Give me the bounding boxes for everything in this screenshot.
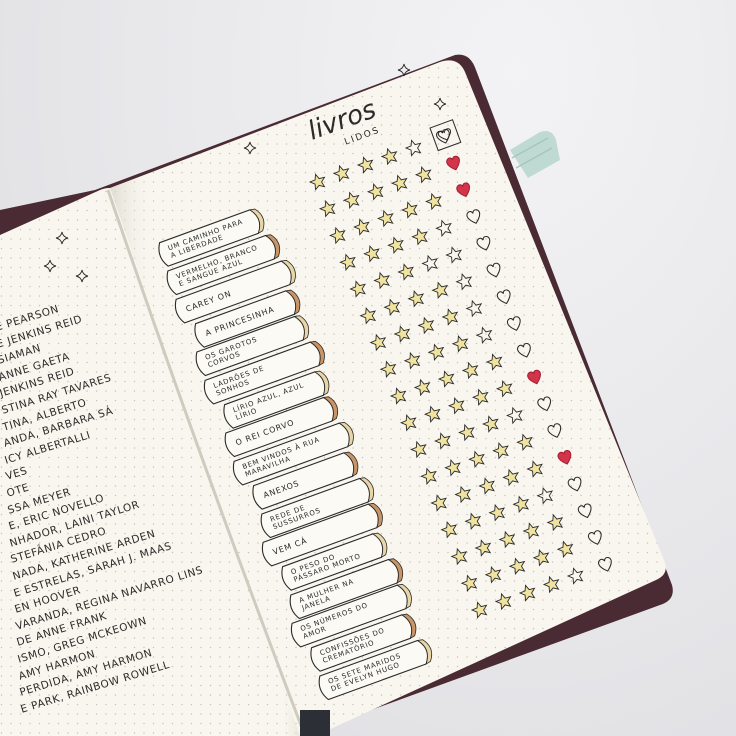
elastic-band — [300, 710, 330, 736]
bullet-journal-photo: UM CAMINHO PARAA LIBERDADE VERMELHO, BRAN… — [0, 0, 736, 736]
